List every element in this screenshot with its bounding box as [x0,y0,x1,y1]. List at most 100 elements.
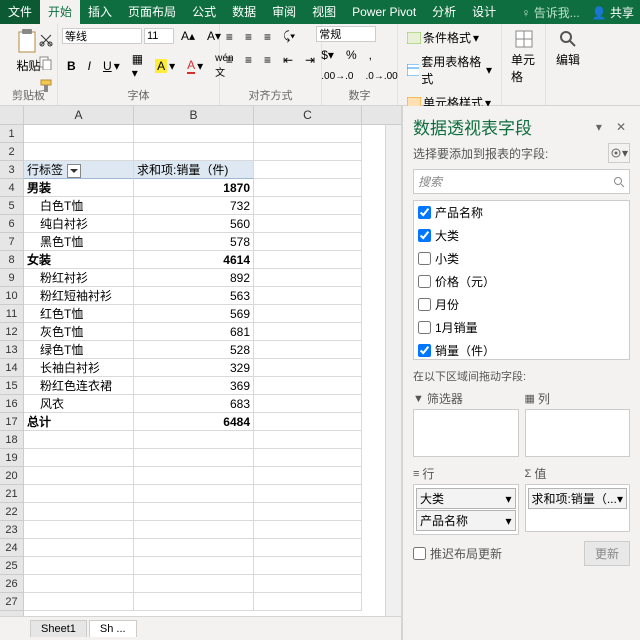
row-header[interactable]: 3 [0,161,23,179]
cell[interactable] [24,557,134,575]
field-checkbox[interactable] [418,275,431,288]
conditional-format-button[interactable]: 条件格式▾ [402,26,497,49]
cell[interactable]: 6484 [134,413,254,431]
cell[interactable]: 569 [134,305,254,323]
cell[interactable] [24,539,134,557]
cell[interactable] [24,593,134,611]
cell[interactable] [254,233,362,251]
filter-dropdown-button[interactable] [67,164,81,178]
panel-settings-button[interactable]: ▾ [608,143,630,163]
area-item[interactable]: 大类▾ [416,488,516,509]
sheet-tab-2[interactable]: Sh ... [89,620,137,637]
cell[interactable] [254,557,362,575]
cell[interactable] [254,395,362,413]
filter-area[interactable] [413,409,519,457]
row-header[interactable]: 26 [0,575,23,593]
row-header[interactable]: 5 [0,197,23,215]
cell[interactable] [254,323,362,341]
area-item[interactable]: 产品名称▾ [416,510,516,531]
cell[interactable] [134,539,254,557]
cut-button[interactable] [34,30,58,50]
cell[interactable] [24,431,134,449]
cell[interactable]: 560 [134,215,254,233]
ribbon-tab-7[interactable]: 视图 [304,0,344,24]
row-header[interactable]: 25 [0,557,23,575]
field-item[interactable]: 1月销量 [414,316,629,339]
cell[interactable] [254,161,362,179]
cell[interactable]: 粉红色连衣裙 [24,377,134,395]
cell[interactable] [24,485,134,503]
sheet-tab-1[interactable]: Sheet1 [30,620,87,637]
cell[interactable] [24,575,134,593]
field-checkbox[interactable] [418,252,431,265]
cell[interactable] [134,431,254,449]
cell[interactable]: 绿色T恤 [24,341,134,359]
font-color-button[interactable]: A▾ [182,55,208,77]
ribbon-tab-3[interactable]: 页面布局 [120,0,184,24]
row-header[interactable]: 17 [0,413,23,431]
row-header[interactable]: 24 [0,539,23,557]
cell[interactable]: 329 [134,359,254,377]
cell[interactable] [24,521,134,539]
row-header[interactable]: 12 [0,323,23,341]
ribbon-tab-1[interactable]: 开始 [40,0,80,24]
cell[interactable]: 灰色T恤 [24,323,134,341]
currency-button[interactable]: $▾ [316,45,339,65]
row-header[interactable]: 9 [0,269,23,287]
cell[interactable]: 563 [134,287,254,305]
ribbon-tab-8[interactable]: Power Pivot [344,0,424,24]
cell[interactable]: 女装 [24,251,134,269]
cell-grid[interactable]: 行标签求和项:销量（件)男装1870白色T恤732纯白衬衫560黑色T恤578女… [24,125,385,616]
cell[interactable] [254,449,362,467]
row-header[interactable]: 15 [0,377,23,395]
bold-button[interactable]: B [62,56,81,76]
underline-button[interactable]: U ▾ [98,56,125,76]
cell[interactable] [254,377,362,395]
field-checkbox[interactable] [418,206,431,219]
cell[interactable]: 红色T恤 [24,305,134,323]
row-header[interactable]: 20 [0,467,23,485]
cell[interactable] [254,269,362,287]
cell[interactable] [134,485,254,503]
tell-me[interactable]: ♀ 告诉我... [504,4,586,21]
row-header[interactable]: 23 [0,521,23,539]
cell[interactable] [254,125,362,143]
increase-font-button[interactable]: A▴ [176,26,200,46]
cell[interactable] [134,143,254,161]
cell[interactable]: 4614 [134,251,254,269]
cell[interactable]: 892 [134,269,254,287]
ribbon-tab-10[interactable]: 设计 [464,0,504,24]
cell[interactable] [254,521,362,539]
cell[interactable] [24,449,134,467]
cell[interactable] [254,593,362,611]
cell[interactable] [254,215,362,233]
align-top-button[interactable]: ≡ [221,27,238,47]
border-button[interactable]: ▦ ▾ [127,49,148,83]
cell[interactable] [24,143,134,161]
cell[interactable] [134,467,254,485]
cell[interactable]: 黑色T恤 [24,233,134,251]
row-header[interactable]: 11 [0,305,23,323]
select-all-corner[interactable] [0,106,24,124]
cell[interactable]: 732 [134,197,254,215]
row-header[interactable]: 22 [0,503,23,521]
cell[interactable] [254,305,362,323]
orientation-button[interactable]: ⤹▾ [278,26,300,47]
defer-checkbox[interactable] [413,547,426,560]
field-item[interactable]: 小类 [414,247,629,270]
area-item[interactable]: 求和项:销量（...▾ [528,488,628,509]
row-header[interactable]: 8 [0,251,23,269]
row-header[interactable]: 2 [0,143,23,161]
col-header-B[interactable]: B [134,106,254,124]
ribbon-tab-6[interactable]: 审阅 [264,0,304,24]
increase-decimal-button[interactable]: .00→.0 [316,68,358,85]
row-header[interactable]: 27 [0,593,23,611]
cell[interactable] [134,521,254,539]
cell[interactable]: 白色T恤 [24,197,134,215]
comma-button[interactable]: , [364,45,377,65]
cell[interactable]: 681 [134,323,254,341]
row-header[interactable]: 6 [0,215,23,233]
columns-area[interactable] [525,409,631,457]
cell[interactable]: 粉红短袖衬衫 [24,287,134,305]
cell[interactable]: 风衣 [24,395,134,413]
